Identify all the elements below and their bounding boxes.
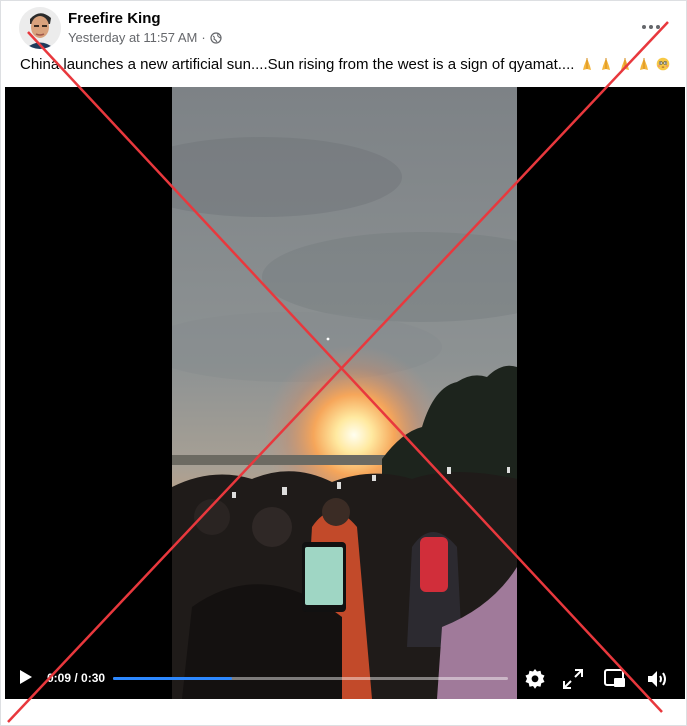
fullscreen-icon[interactable] bbox=[561, 667, 585, 691]
video-still bbox=[172, 87, 517, 699]
globe-icon bbox=[210, 31, 222, 44]
folded-hands-emoji bbox=[582, 58, 591, 70]
avatar-image bbox=[19, 7, 61, 49]
more-options-button[interactable] bbox=[637, 15, 665, 39]
video-frame[interactable] bbox=[172, 87, 517, 699]
post-card: Freefire King Yesterday at 11:57 AM · Ch… bbox=[0, 0, 687, 726]
video-time: 0:09 / 0:30 bbox=[47, 671, 106, 685]
avatar[interactable] bbox=[19, 7, 61, 49]
post-meta: Yesterday at 11:57 AM · bbox=[68, 30, 222, 45]
folded-hands-emoji bbox=[640, 58, 649, 70]
folded-hands-emoji bbox=[601, 58, 610, 70]
video-controls: 0:09 / 0:30 bbox=[5, 659, 685, 699]
video-progress-bar[interactable] bbox=[113, 677, 508, 680]
meta-separator: · bbox=[201, 30, 206, 45]
post-header: Freefire King Yesterday at 11:57 AM · bbox=[19, 7, 679, 53]
author-name[interactable]: Freefire King bbox=[68, 10, 161, 27]
post-text: China launches a new artificial sun....S… bbox=[20, 56, 575, 73]
more-options-icon bbox=[642, 25, 646, 29]
post-text-container: China launches a new artificial sun....S… bbox=[20, 56, 670, 73]
video-progress-fill bbox=[113, 677, 232, 680]
video-player[interactable]: 0:09 / 0:30 bbox=[5, 87, 685, 699]
flushed-face-emoji bbox=[656, 57, 670, 71]
play-icon[interactable] bbox=[19, 669, 33, 685]
picture-in-picture-icon[interactable] bbox=[603, 667, 627, 691]
folded-hands-emoji bbox=[620, 58, 629, 70]
settings-icon[interactable] bbox=[523, 667, 547, 691]
volume-icon[interactable] bbox=[645, 667, 669, 691]
post-timestamp[interactable]: Yesterday at 11:57 AM bbox=[68, 30, 197, 45]
